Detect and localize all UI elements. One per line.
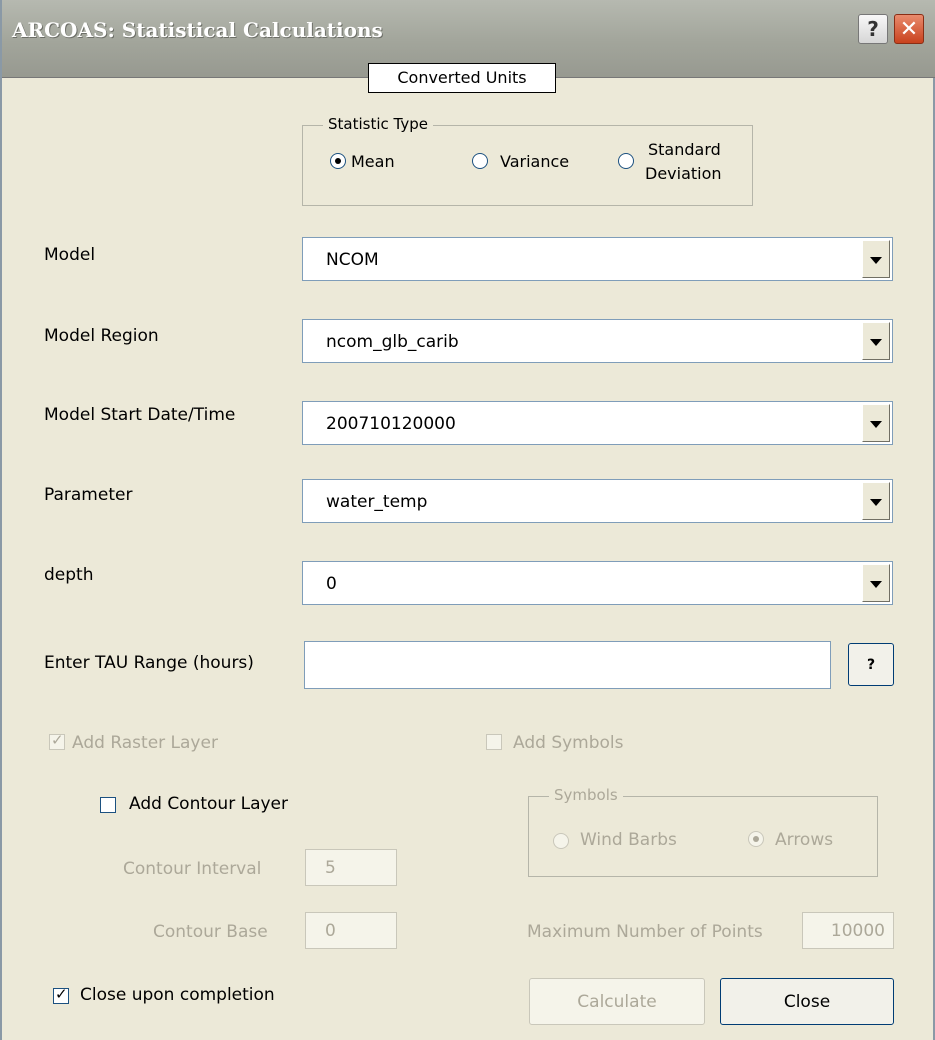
help-title-button[interactable]: ? (858, 14, 888, 44)
radio-variance[interactable] (472, 153, 488, 169)
radio-variance-label[interactable]: Variance (500, 152, 569, 171)
checkmark-icon: ✓ (51, 731, 64, 749)
parameter-value: water_temp (326, 492, 428, 512)
max-points-input[interactable]: 10000 (802, 912, 894, 949)
radio-wind-barbs-label[interactable]: Wind Barbs (580, 830, 677, 850)
radio-selected-dot (753, 836, 759, 842)
model-dropdown[interactable]: NCOM (302, 237, 893, 281)
tau-help-button[interactable]: ? (848, 643, 894, 686)
model-start-label: Model Start Date/Time (44, 405, 236, 425)
chevron-down-icon (870, 257, 882, 264)
checkmark-icon: ✓ (55, 985, 68, 1003)
close-button[interactable]: Close (720, 978, 894, 1025)
max-points-value: 10000 (830, 921, 885, 941)
model-start-dropdown[interactable]: 200710120000 (302, 401, 893, 445)
model-region-dropdown[interactable]: ncom_glb_carib (302, 319, 893, 363)
close-upon-completion-checkbox[interactable]: ✓ (53, 985, 69, 1004)
radio-mean[interactable] (330, 153, 346, 169)
chevron-down-icon (870, 581, 882, 588)
contour-base-input[interactable]: 0 (305, 912, 397, 949)
parameter-dropdown[interactable]: water_temp (302, 479, 893, 523)
symbols-legend: Symbols (549, 786, 623, 804)
model-region-label: Model Region (44, 326, 159, 346)
radio-standard-deviation-label-2[interactable]: Deviation (645, 164, 722, 183)
radio-standard-deviation-label-1[interactable]: Standard (648, 140, 721, 159)
window-title: ARCOAS: Statistical Calculations (12, 18, 383, 42)
calculate-button[interactable]: Calculate (529, 978, 705, 1025)
radio-standard-deviation[interactable] (618, 153, 634, 169)
radio-wind-barbs[interactable] (553, 833, 569, 849)
add-raster-layer-checkbox[interactable]: ✓ (49, 731, 65, 750)
model-start-dropdown-button[interactable] (862, 404, 890, 442)
radio-arrows-label[interactable]: Arrows (775, 830, 833, 850)
radio-mean-label[interactable]: Mean (351, 152, 395, 171)
close-icon: ✕ (899, 16, 919, 42)
contour-interval-input[interactable]: 5 (305, 849, 397, 886)
contour-base-label: Contour Base (153, 922, 268, 942)
model-start-value: 200710120000 (326, 414, 456, 434)
tau-range-label: Enter TAU Range (hours) (44, 653, 254, 673)
units-label: Converted Units (368, 63, 556, 93)
statistical-calculations-dialog: ARCOAS: Statistical Calculations ? ✕ Con… (0, 0, 935, 1040)
contour-interval-value: 5 (325, 858, 336, 878)
statistic-type-legend: Statistic Type (323, 115, 433, 133)
add-symbols-checkbox[interactable] (486, 734, 502, 750)
radio-arrows[interactable] (748, 831, 764, 847)
contour-interval-label: Contour Interval (123, 859, 262, 879)
depth-value: 0 (326, 574, 337, 594)
model-region-value: ncom_glb_carib (326, 332, 459, 352)
depth-label: depth (44, 565, 94, 585)
model-region-dropdown-button[interactable] (862, 322, 890, 360)
depth-dropdown-button[interactable] (862, 564, 890, 602)
parameter-dropdown-button[interactable] (862, 482, 890, 520)
chevron-down-icon (870, 421, 882, 428)
chevron-down-icon (870, 499, 882, 506)
close-upon-completion-label[interactable]: Close upon completion (80, 985, 275, 1005)
parameter-label: Parameter (44, 485, 133, 505)
max-points-label: Maximum Number of Points (527, 922, 763, 942)
add-raster-layer-label[interactable]: Add Raster Layer (72, 733, 218, 753)
model-value: NCOM (326, 250, 379, 270)
radio-selected-dot (335, 158, 341, 164)
tau-range-input[interactable] (304, 641, 831, 689)
add-symbols-label[interactable]: Add Symbols (513, 733, 624, 753)
close-window-button[interactable]: ✕ (894, 14, 924, 44)
contour-base-value: 0 (325, 921, 336, 941)
depth-dropdown[interactable]: 0 (302, 561, 893, 605)
add-contour-layer-label[interactable]: Add Contour Layer (129, 794, 288, 814)
add-contour-layer-checkbox[interactable] (100, 797, 116, 813)
model-label: Model (44, 245, 96, 265)
chevron-down-icon (870, 339, 882, 346)
model-dropdown-button[interactable] (862, 240, 890, 278)
